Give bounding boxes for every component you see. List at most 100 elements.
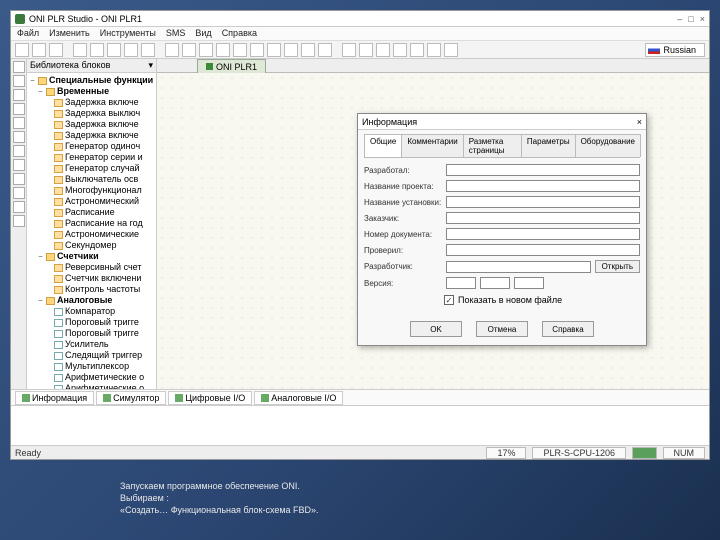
tool-g-icon[interactable] xyxy=(318,43,332,57)
ltool-wire-icon[interactable] xyxy=(13,75,25,87)
tree-item[interactable]: Многофункционал xyxy=(29,185,154,196)
tool-j-icon[interactable] xyxy=(376,43,390,57)
file-tab[interactable]: ONI PLR1 xyxy=(197,59,266,73)
ltool-b-icon[interactable] xyxy=(13,117,25,129)
tool-save-icon[interactable] xyxy=(49,43,63,57)
tab-layout[interactable]: Разметка страницы xyxy=(463,134,522,157)
tool-grid-icon[interactable] xyxy=(199,43,213,57)
tree-item[interactable]: Компаратор xyxy=(29,306,154,317)
close-button[interactable]: × xyxy=(700,14,705,24)
tool-c-icon[interactable] xyxy=(250,43,264,57)
tree-group-analog[interactable]: Аналоговые xyxy=(57,295,112,306)
tool-a-icon[interactable] xyxy=(216,43,230,57)
tool-i-icon[interactable] xyxy=(359,43,373,57)
tab-general[interactable]: Общие xyxy=(364,134,402,157)
ltool-e-icon[interactable] xyxy=(13,159,25,171)
tree-root[interactable]: Специальные функции xyxy=(49,75,153,86)
show-newfile-checkbox[interactable]: ✓Показать в новом файле xyxy=(444,295,640,305)
tool-n-icon[interactable] xyxy=(444,43,458,57)
menu-sms[interactable]: SMS xyxy=(166,28,186,39)
ltool-f-icon[interactable] xyxy=(13,173,25,185)
tree-group-time[interactable]: Временные xyxy=(57,86,109,97)
tree-pin-icon[interactable]: ▾ xyxy=(148,60,153,71)
tree-item[interactable]: Реверсивный счет xyxy=(29,262,154,273)
input-ver2[interactable] xyxy=(480,277,510,289)
tree-item[interactable]: Секундомер xyxy=(29,240,154,251)
tool-new-icon[interactable] xyxy=(15,43,29,57)
menu-view[interactable]: Вид xyxy=(195,28,211,39)
tool-zoomout-icon[interactable] xyxy=(182,43,196,57)
ok-button[interactable]: OK xyxy=(410,321,462,337)
tree-item[interactable]: Генератор одиноч xyxy=(29,141,154,152)
tool-redo-icon[interactable] xyxy=(141,43,155,57)
tool-cut-icon[interactable] xyxy=(73,43,87,57)
tab-hardware[interactable]: Оборудование xyxy=(575,134,641,157)
tree-item[interactable]: Генератор серии и xyxy=(29,152,154,163)
tree-item[interactable]: Задержка включе xyxy=(29,97,154,108)
tool-k-icon[interactable] xyxy=(393,43,407,57)
tree-item[interactable]: Выключатель осв xyxy=(29,174,154,185)
menu-file[interactable]: Файл xyxy=(17,28,39,39)
input-install[interactable] xyxy=(446,196,640,208)
ltool-g-icon[interactable] xyxy=(13,187,25,199)
input-devby[interactable] xyxy=(446,261,591,273)
tab-params[interactable]: Параметры xyxy=(521,134,576,157)
tree-item[interactable]: Генератор случай xyxy=(29,163,154,174)
input-project[interactable] xyxy=(446,180,640,192)
menu-edit[interactable]: Изменить xyxy=(49,28,90,39)
minimize-button[interactable]: – xyxy=(677,14,682,24)
open-button[interactable]: Открыть xyxy=(595,260,640,273)
tree-item[interactable]: Расписание xyxy=(29,207,154,218)
ltool-select-icon[interactable] xyxy=(13,61,25,73)
tree-item[interactable]: Расписание на год xyxy=(29,218,154,229)
btab-aio[interactable]: Аналоговые I/O xyxy=(254,391,343,405)
tab-comments[interactable]: Комментарии xyxy=(401,134,463,157)
ltool-h-icon[interactable] xyxy=(13,201,25,213)
menu-help[interactable]: Справка xyxy=(222,28,257,39)
menu-tools[interactable]: Инструменты xyxy=(100,28,156,39)
tree-item[interactable]: Арифметические о xyxy=(29,372,154,383)
tool-l-icon[interactable] xyxy=(410,43,424,57)
input-developed[interactable] xyxy=(446,164,640,176)
ltool-d-icon[interactable] xyxy=(13,145,25,157)
ltool-i-icon[interactable] xyxy=(13,215,25,227)
btab-sim[interactable]: Симулятор xyxy=(96,391,166,405)
btab-dio[interactable]: Цифровые I/O xyxy=(168,391,252,405)
tool-undo-icon[interactable] xyxy=(124,43,138,57)
tool-h-icon[interactable] xyxy=(342,43,356,57)
ltool-c-icon[interactable] xyxy=(13,131,25,143)
tree-group-counters[interactable]: Счетчики xyxy=(57,251,99,262)
tree-item[interactable]: Контроль частоты xyxy=(29,284,154,295)
tool-paste-icon[interactable] xyxy=(107,43,121,57)
tree-item[interactable]: Усилитель xyxy=(29,339,154,350)
btab-info[interactable]: Информация xyxy=(15,391,94,405)
tool-copy-icon[interactable] xyxy=(90,43,104,57)
input-docnum[interactable] xyxy=(446,228,640,240)
help-button[interactable]: Справка xyxy=(542,321,594,337)
input-ver1[interactable] xyxy=(446,277,476,289)
dialog-close-button[interactable]: × xyxy=(637,117,642,127)
tool-b-icon[interactable] xyxy=(233,43,247,57)
maximize-button[interactable]: □ xyxy=(688,14,693,24)
tree-item[interactable]: Пороговый тригге xyxy=(29,328,154,339)
tree-item[interactable]: Следящий триггер xyxy=(29,350,154,361)
tool-zoomin-icon[interactable] xyxy=(165,43,179,57)
tree-item[interactable]: Задержка выключ xyxy=(29,108,154,119)
tree-item[interactable]: Счетчик включени xyxy=(29,273,154,284)
tree-item[interactable]: Астрономические xyxy=(29,229,154,240)
tool-e-icon[interactable] xyxy=(284,43,298,57)
tool-d-icon[interactable] xyxy=(267,43,281,57)
input-checked[interactable] xyxy=(446,244,640,256)
tree-item[interactable]: Пороговый тригге xyxy=(29,317,154,328)
tree-item[interactable]: Мультиплексор xyxy=(29,361,154,372)
tool-f-icon[interactable] xyxy=(301,43,315,57)
ltool-a-icon[interactable] xyxy=(13,103,25,115)
cancel-button[interactable]: Отмена xyxy=(476,321,528,337)
language-selector[interactable]: Russian xyxy=(645,43,705,57)
ltool-text-icon[interactable] xyxy=(13,89,25,101)
tool-m-icon[interactable] xyxy=(427,43,441,57)
canvas[interactable]: Информация × Общие Комментарии Разметка … xyxy=(157,73,709,389)
input-customer[interactable] xyxy=(446,212,640,224)
tree-item[interactable]: Астрономический xyxy=(29,196,154,207)
tool-open-icon[interactable] xyxy=(32,43,46,57)
